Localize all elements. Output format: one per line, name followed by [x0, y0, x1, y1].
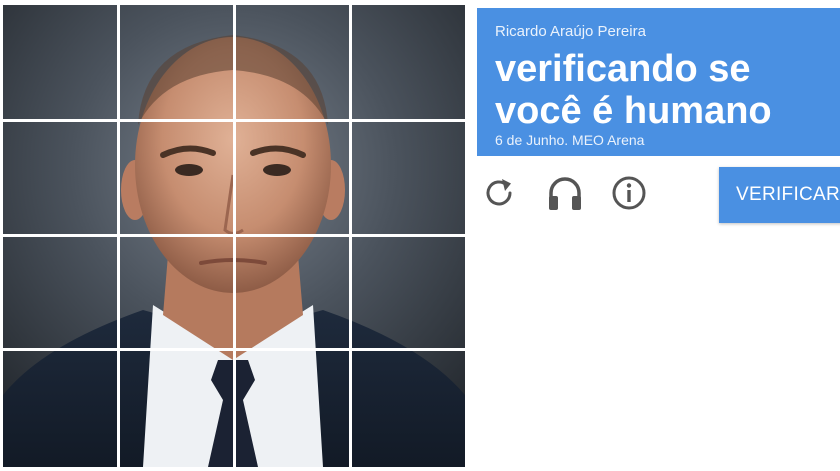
- header-caption: 6 de Junho. MEO Arena: [495, 132, 645, 148]
- captcha-header: Ricardo Araújo Pereira verificando se vo…: [477, 8, 840, 156]
- captcha-tiles: [3, 5, 465, 467]
- captcha-tile[interactable]: [3, 121, 119, 237]
- captcha-tile[interactable]: [3, 352, 119, 468]
- captcha-tile[interactable]: [350, 5, 466, 121]
- captcha-tile[interactable]: [3, 5, 119, 121]
- captcha-tile[interactable]: [350, 352, 466, 468]
- captcha-tile[interactable]: [350, 121, 466, 237]
- captcha-page: Ricardo Araújo Pereira verificando se vo…: [0, 0, 840, 471]
- verify-button[interactable]: VERIFICAR: [719, 167, 840, 223]
- captcha-controls: VERIFICAR: [477, 165, 840, 225]
- captcha-tile[interactable]: [350, 236, 466, 352]
- captcha-tile[interactable]: [234, 352, 350, 468]
- header-title: verificando se você é humano: [495, 48, 772, 132]
- info-icon[interactable]: [609, 173, 649, 213]
- header-subtitle: Ricardo Araújo Pereira: [495, 23, 646, 40]
- reload-icon[interactable]: [479, 173, 519, 213]
- captcha-image-grid: [3, 5, 465, 467]
- headphones-icon[interactable]: [545, 173, 585, 213]
- captcha-tile[interactable]: [234, 236, 350, 352]
- captcha-tile[interactable]: [119, 5, 235, 121]
- captcha-tile[interactable]: [3, 236, 119, 352]
- captcha-tile[interactable]: [119, 236, 235, 352]
- captcha-tile[interactable]: [234, 121, 350, 237]
- captcha-tile[interactable]: [119, 352, 235, 468]
- captcha-tile[interactable]: [234, 5, 350, 121]
- captcha-tile[interactable]: [119, 121, 235, 237]
